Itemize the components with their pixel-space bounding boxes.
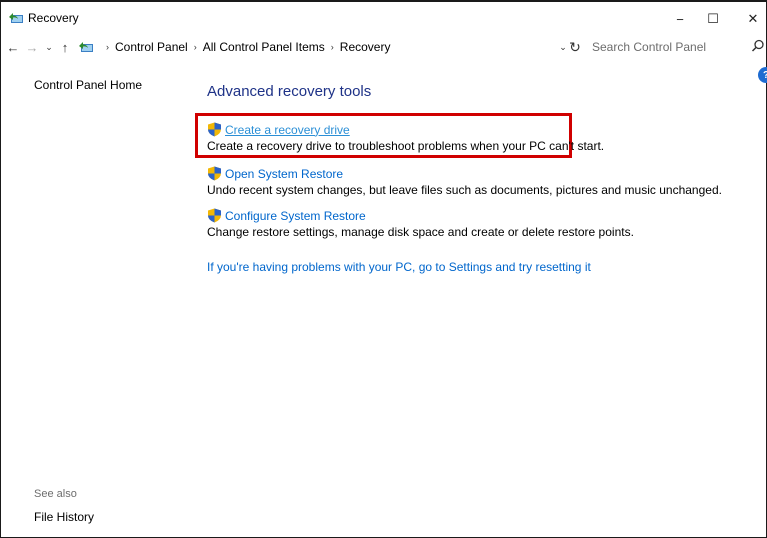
configure-system-restore-label[interactable]: Configure System Restore bbox=[225, 209, 366, 223]
create-recovery-drive-label[interactable]: Create a recovery drive bbox=[225, 123, 350, 137]
refresh-button[interactable]: ↻ bbox=[566, 37, 584, 57]
configure-system-restore-description: Change restore settings, manage disk spa… bbox=[207, 225, 634, 239]
breadcrumb-all-items[interactable]: All Control Panel Items bbox=[203, 40, 325, 54]
title-bar: Recovery − ☐ ✕ bbox=[0, 2, 767, 34]
breadcrumb-control-panel[interactable]: Control Panel bbox=[115, 40, 188, 54]
uac-shield-icon bbox=[208, 122, 221, 137]
close-button[interactable]: ✕ bbox=[730, 4, 767, 34]
open-system-restore-description: Undo recent system changes, but leave fi… bbox=[207, 183, 722, 197]
create-recovery-drive-link[interactable]: Create a recovery drive bbox=[207, 122, 604, 137]
uac-shield-icon bbox=[208, 208, 221, 223]
control-panel-icon bbox=[79, 42, 93, 52]
create-recovery-drive-description: Create a recovery drive to troubleshoot … bbox=[207, 139, 605, 153]
open-system-restore-label[interactable]: Open System Restore bbox=[225, 167, 343, 181]
up-button[interactable]: ↑ bbox=[56, 37, 74, 57]
search-input[interactable]: Search Control Panel bbox=[586, 37, 767, 57]
search-placeholder: Search Control Panel bbox=[592, 40, 707, 54]
navigation-bar: ← → ⌄ ↑ › Control Panel › All Control Pa… bbox=[0, 34, 767, 60]
configure-system-restore-link[interactable]: Configure System Restore bbox=[207, 208, 634, 223]
breadcrumb-recovery[interactable]: Recovery bbox=[340, 40, 391, 54]
breadcrumb-separator[interactable]: › bbox=[106, 42, 109, 52]
breadcrumb-separator[interactable]: › bbox=[331, 42, 334, 52]
forward-button[interactable]: → bbox=[23, 37, 41, 57]
see-also-label: See also bbox=[34, 488, 77, 500]
breadcrumb-separator[interactable]: › bbox=[194, 42, 197, 52]
help-icon[interactable]: ? bbox=[758, 67, 767, 83]
address-bar[interactable]: › Control Panel › All Control Panel Item… bbox=[78, 37, 588, 57]
task-create-recovery-drive: Create a recovery drive Create a recover… bbox=[207, 122, 604, 153]
control-panel-home-link[interactable]: Control Panel Home bbox=[34, 78, 142, 92]
window-title: Recovery bbox=[28, 11, 79, 25]
open-system-restore-link[interactable]: Open System Restore bbox=[207, 166, 722, 181]
task-open-system-restore: Open System Restore Undo recent system c… bbox=[207, 166, 722, 197]
reset-pc-link[interactable]: If you're having problems with your PC, … bbox=[207, 260, 591, 274]
page-title: Advanced recovery tools bbox=[207, 83, 372, 100]
recovery-app-icon bbox=[9, 13, 23, 23]
back-button[interactable]: ← bbox=[4, 37, 22, 57]
uac-shield-icon bbox=[208, 166, 221, 181]
search-icon[interactable] bbox=[751, 39, 765, 53]
file-history-link[interactable]: File History bbox=[34, 510, 94, 524]
task-configure-system-restore: Configure System Restore Change restore … bbox=[207, 208, 634, 239]
